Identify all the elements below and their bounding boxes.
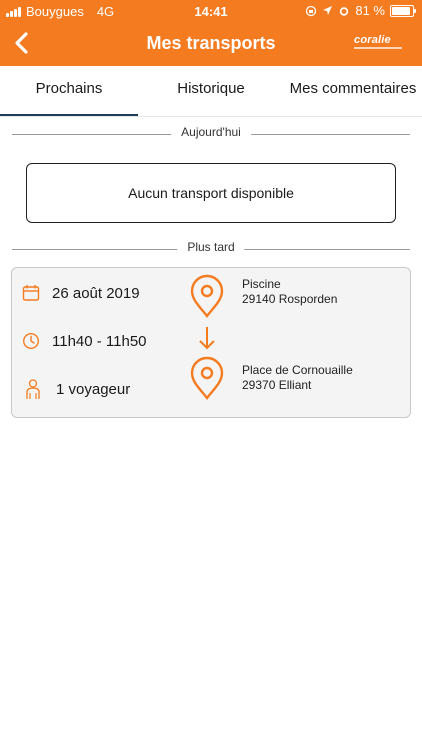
destination-name: Place de Cornouaille (242, 363, 353, 377)
battery-icon (390, 4, 416, 17)
section-divider-today: Aujourd'hui (12, 124, 410, 144)
transport-card[interactable]: 26 août 2019 11h40 - 11h50 1 voyageur Pi… (11, 267, 411, 418)
section-label: Plus tard (177, 240, 245, 254)
app-header: Bouygues 4G 14:41 81 % Mes transports co… (0, 0, 422, 66)
tab-label: Prochains (35, 80, 103, 97)
battery-percent: 81 % (355, 3, 385, 18)
origin-city: 29140 Rosporden (242, 292, 338, 306)
coralie-logo: coralie (354, 34, 402, 49)
transport-time-row: 11h40 - 11h50 (22, 332, 147, 350)
location-icon (323, 6, 333, 15)
section-divider-later: Plus tard (12, 239, 410, 259)
destination-city: 29370 Elliant (242, 378, 312, 392)
empty-message: Aucun transport disponible (128, 185, 294, 201)
origin-address: Piscine 29140 Rosporden (242, 277, 337, 307)
clock-icon (22, 332, 40, 350)
status-bar: Bouygues 4G 14:41 81 % (0, 0, 422, 22)
tab-mes-commentaires[interactable]: Mes commentaires (284, 66, 422, 116)
transport-date-row: 26 août 2019 (22, 284, 140, 302)
tab-historique[interactable]: Historique (138, 66, 284, 116)
calendar-icon (22, 285, 40, 301)
transport-travelers: 1 voyageur (56, 380, 131, 398)
tab-prochains[interactable]: Prochains (0, 66, 138, 116)
tab-label: Mes commentaires (289, 80, 417, 97)
empty-transport-box: Aucun transport disponible (26, 163, 396, 223)
transport-date: 26 août 2019 (52, 284, 140, 302)
section-label: Aujourd'hui (171, 125, 251, 139)
active-tab-indicator (0, 114, 138, 116)
tab-label: Historique (177, 80, 245, 97)
destination-pin-icon (190, 356, 224, 400)
logo-text: coralie (354, 34, 391, 46)
arrow-down-icon (199, 327, 215, 350)
alarm-icon (340, 6, 349, 16)
transport-time-range: 11h40 - 11h50 (52, 332, 147, 350)
tab-bar: Prochains Historique Mes commentaires (0, 66, 422, 117)
origin-pin-icon (190, 274, 224, 318)
lock-rotation-icon (306, 5, 317, 16)
origin-name: Piscine (242, 277, 281, 291)
transport-travelers-row: 1 voyageur (22, 378, 130, 400)
destination-address: Place de Cornouaille 29370 Elliant (242, 363, 353, 393)
person-icon (26, 379, 40, 399)
